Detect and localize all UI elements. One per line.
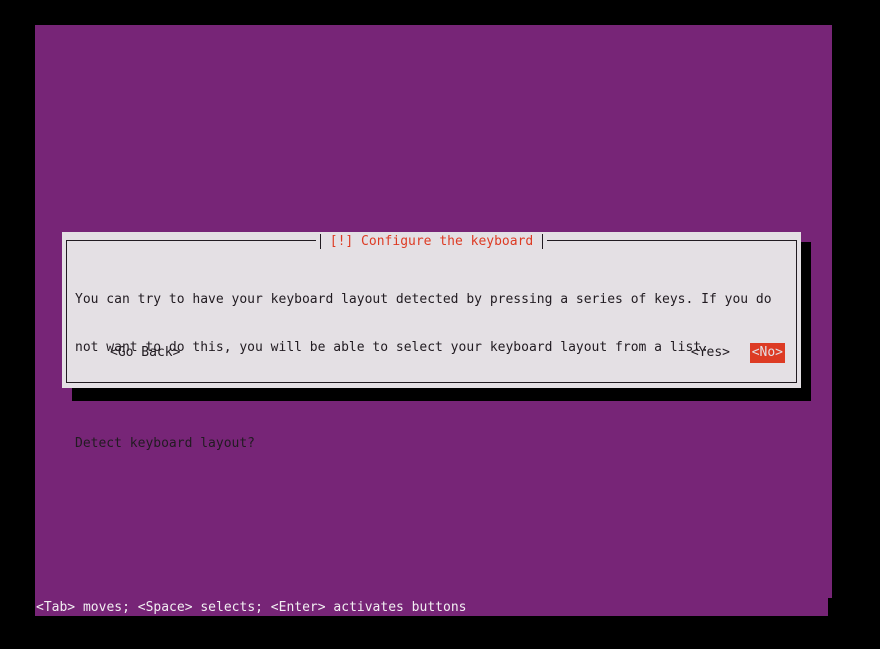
dialog-body: You can try to have your keyboard layout…: [75, 260, 791, 484]
dialog-button-row: <Go Back> <Yes> <No>: [75, 343, 785, 363]
prompt-question: Detect keyboard layout?: [75, 436, 256, 451]
status-help-bar: <Tab> moves; <Space> selects; <Enter> ac…: [36, 600, 467, 615]
configure-keyboard-dialog: [!] Configure the keyboard You can try t…: [62, 232, 801, 451]
yes-button[interactable]: <Yes>: [690, 345, 731, 361]
screen: [!] Configure the keyboard You can try t…: [0, 0, 880, 649]
go-back-button[interactable]: <Go Back>: [109, 345, 181, 361]
description-line-1: You can try to have your keyboard layout…: [75, 292, 772, 307]
no-button[interactable]: <No>: [749, 343, 785, 363]
